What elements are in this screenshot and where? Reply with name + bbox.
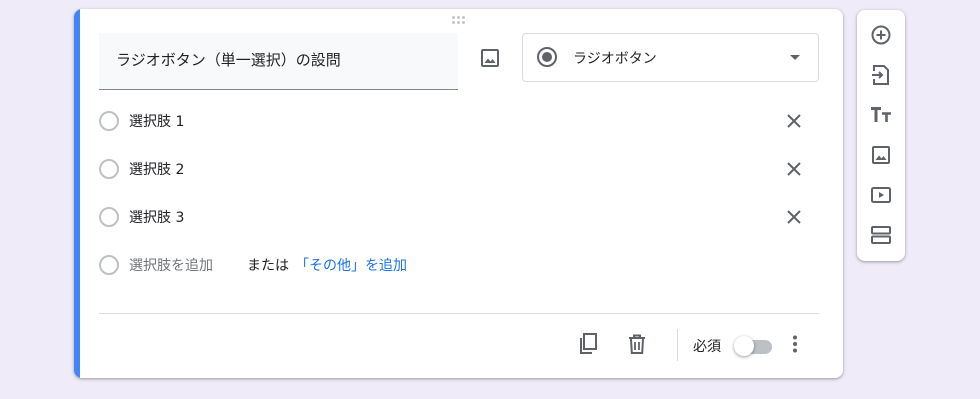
add-question-button[interactable] xyxy=(869,23,893,47)
image-icon xyxy=(481,49,499,67)
footer-divider xyxy=(99,313,819,314)
add-other-button[interactable]: 「その他」を追加 xyxy=(295,255,407,275)
question-title-field[interactable]: ラジオボタン（単一選択）の設問 xyxy=(99,33,458,90)
required-toggle[interactable] xyxy=(734,336,772,356)
radio-circle-icon xyxy=(99,207,119,227)
more-vert-icon xyxy=(793,335,797,353)
add-section-button[interactable] xyxy=(869,223,893,247)
add-title-button[interactable] xyxy=(869,103,893,127)
radio-circle-icon xyxy=(99,255,119,275)
add-title-icon xyxy=(871,107,891,122)
close-icon xyxy=(787,162,801,176)
option-label[interactable]: 選択肢 1 xyxy=(129,111,184,131)
add-video-icon xyxy=(871,187,891,203)
close-icon xyxy=(787,114,801,128)
import-questions-button[interactable] xyxy=(869,63,893,87)
trash-icon xyxy=(629,334,645,354)
radio-circle-icon xyxy=(99,111,119,131)
option-label[interactable]: 選択肢 3 xyxy=(129,207,184,227)
question-type-dropdown[interactable]: ラジオボタン xyxy=(522,33,819,82)
option-row: 選択肢 3 xyxy=(99,205,819,229)
question-type-label: ラジオボタン xyxy=(573,51,657,67)
question-title-text: ラジオボタン（単一選択）の設問 xyxy=(116,51,341,69)
option-label[interactable]: 選択肢 2 xyxy=(129,159,184,179)
active-card-indicator xyxy=(74,9,80,378)
copy-icon xyxy=(580,333,597,354)
footer-separator xyxy=(677,329,678,361)
add-question-icon xyxy=(871,25,891,45)
remove-option-button[interactable] xyxy=(782,109,806,133)
or-label: または xyxy=(247,258,289,274)
close-icon xyxy=(787,210,801,224)
drag-handle-icon[interactable] xyxy=(451,15,467,25)
remove-option-button[interactable] xyxy=(782,205,806,229)
add-image-button[interactable] xyxy=(477,45,503,71)
add-video-button[interactable] xyxy=(869,183,893,207)
floating-toolbar xyxy=(857,10,905,261)
required-label: 必須 xyxy=(693,339,721,355)
add-image-toolbar-button[interactable] xyxy=(869,143,893,167)
radio-button-icon xyxy=(537,47,557,67)
add-section-icon xyxy=(871,226,891,244)
delete-button[interactable] xyxy=(623,330,651,358)
option-row: 選択肢 2 xyxy=(99,157,819,181)
more-options-button[interactable] xyxy=(781,330,809,358)
question-card[interactable]: ラジオボタン（単一選択）の設問 ラジオボタン 選択肢 1 選択肢 2 選択肢 3 xyxy=(74,9,843,378)
add-image-icon xyxy=(872,146,890,164)
toggle-knob xyxy=(734,336,754,356)
add-option-row: 選択肢を追加 または 「その他」を追加 xyxy=(99,253,819,277)
add-option-button[interactable]: 選択肢を追加 xyxy=(129,255,213,275)
duplicate-button[interactable] xyxy=(574,330,602,358)
remove-option-button[interactable] xyxy=(782,157,806,181)
radio-circle-icon xyxy=(99,159,119,179)
import-questions-icon xyxy=(872,65,889,85)
option-row: 選択肢 1 xyxy=(99,109,819,133)
dropdown-arrow-icon xyxy=(790,55,800,60)
